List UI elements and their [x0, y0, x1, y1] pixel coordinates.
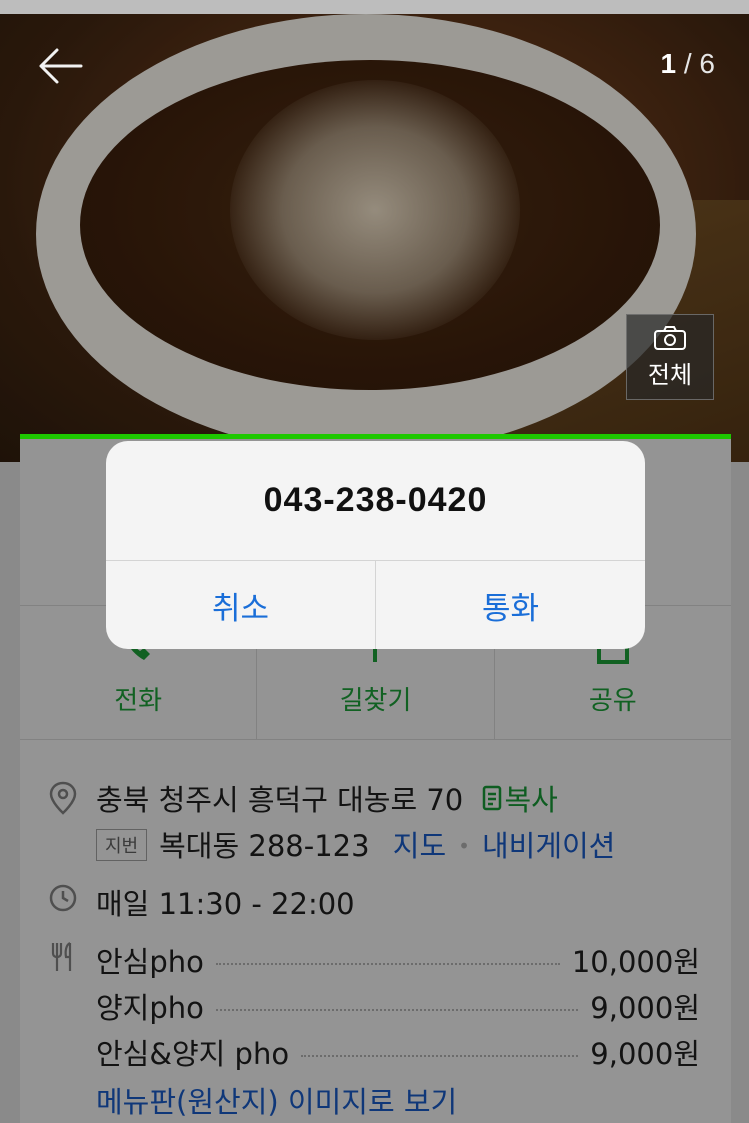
dialog-buttons: 취소 통화	[106, 560, 645, 649]
back-button[interactable]	[34, 40, 86, 92]
call-confirm-dialog: 043-238-0420 취소 통화	[106, 441, 645, 649]
counter-total: / 6	[683, 48, 715, 79]
counter-current: 1	[660, 48, 677, 79]
all-photos-button[interactable]: 전체	[626, 314, 714, 400]
cancel-button[interactable]: 취소	[106, 561, 376, 649]
back-arrow-icon	[39, 48, 83, 84]
photo-counter: 1 / 6	[661, 48, 716, 80]
all-photos-label: 전체	[647, 360, 693, 389]
camera-icon	[654, 325, 686, 350]
call-button[interactable]: 통화	[376, 561, 645, 649]
dialog-phone-number: 043-238-0420	[263, 481, 488, 519]
top-strip	[0, 0, 749, 14]
